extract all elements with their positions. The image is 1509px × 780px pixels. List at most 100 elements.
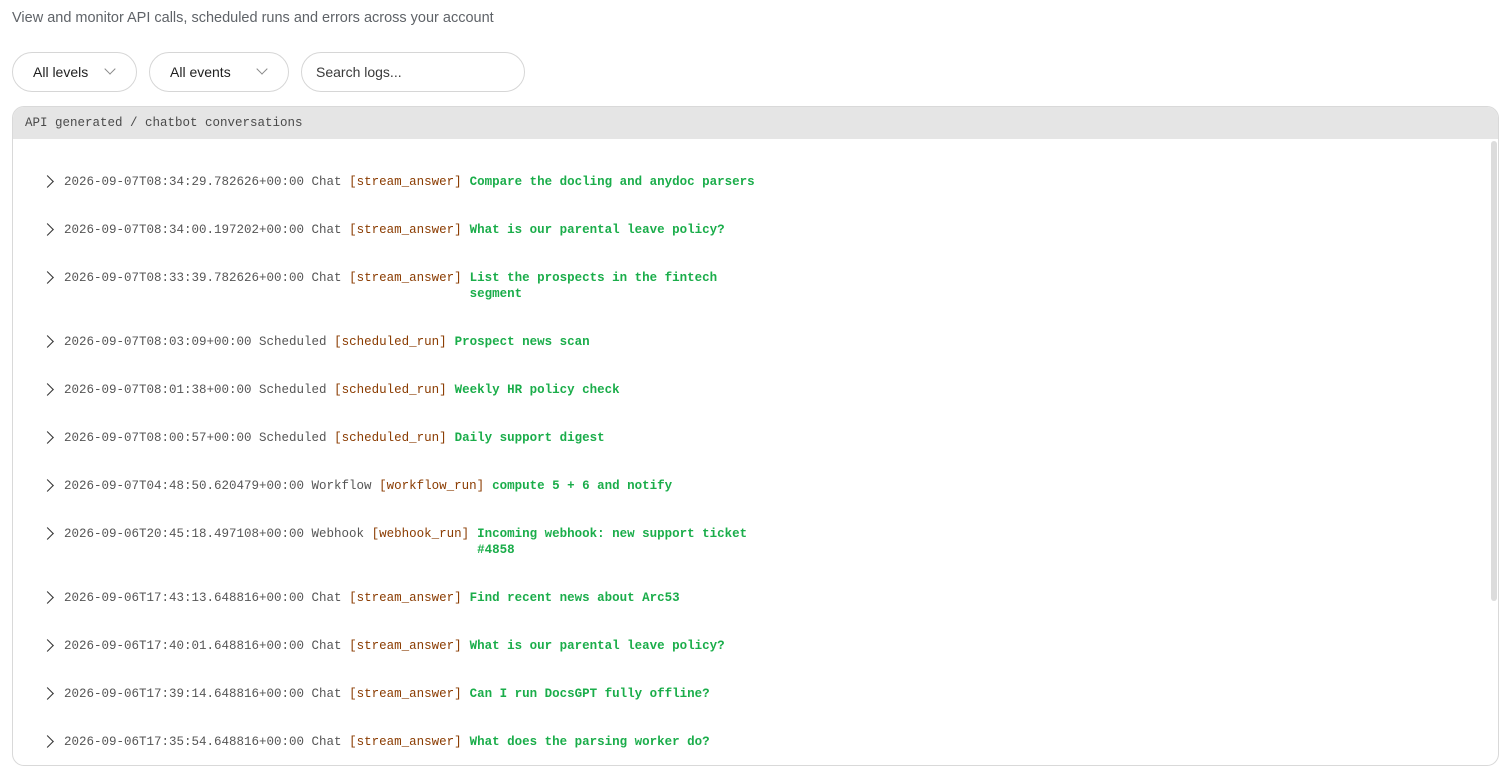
log-message: Daily support digest <box>455 430 605 446</box>
log-event-tag: [stream_answer] <box>349 687 462 701</box>
chevron-right-icon[interactable] <box>41 431 54 444</box>
chevron-right-icon[interactable] <box>41 223 54 236</box>
log-timestamp: 2026-09-06T17:35:54.648816+00:00 <box>64 735 312 749</box>
log-message-line: What is our parental leave policy? <box>469 223 725 237</box>
log-timestamp: 2026-09-07T08:33:39.782626+00:00 <box>64 271 312 285</box>
log-event-tag: [stream_answer] <box>349 223 462 237</box>
chevron-right-icon[interactable] <box>41 735 54 748</box>
log-row[interactable]: 2026-09-07T08:34:29.782626+00:00 Chat [s… <box>41 174 755 190</box>
log-source: Chat <box>311 735 350 749</box>
log-timestamp: 2026-09-06T17:39:14.648816+00:00 <box>64 687 312 701</box>
log-message-line: What does the parsing worker do? <box>469 735 710 749</box>
log-source: Chat <box>311 271 350 285</box>
log-message-line: segment <box>469 287 523 301</box>
log-source: Chat <box>311 639 350 653</box>
log-event-tag: [scheduled_run] <box>334 335 447 349</box>
log-message-line: #4858 <box>477 543 515 557</box>
log-message-line: What is our parental leave policy? <box>469 639 725 653</box>
log-row[interactable]: 2026-09-07T08:01:38+00:00 Scheduled [sch… <box>41 382 620 398</box>
log-message: Find recent news about Arc53 <box>470 590 680 606</box>
log-timestamp: 2026-09-07T04:48:50.620479+00:00 <box>64 479 312 493</box>
log-message-line: Can I run DocsGPT fully offline? <box>469 687 710 701</box>
filter-bar: All levels All events <box>12 52 525 92</box>
log-list: 2026-09-07T08:34:29.782626+00:00 Chat [s… <box>13 139 1498 765</box>
log-row[interactable]: 2026-09-06T17:35:54.648816+00:00 Chat [s… <box>41 734 710 750</box>
log-timestamp: 2026-09-07T08:01:38+00:00 <box>64 383 260 397</box>
log-row[interactable]: 2026-09-07T08:34:00.197202+00:00 Chat [s… <box>41 222 725 238</box>
chevron-right-icon[interactable] <box>41 639 54 652</box>
log-message: compute 5 + 6 and notify <box>492 478 672 494</box>
log-message-line: Compare the docling and anydoc parsers <box>469 175 755 189</box>
log-event-tag: [scheduled_run] <box>334 431 447 445</box>
log-source: Chat <box>311 223 350 237</box>
log-event-tag: [stream_answer] <box>349 639 462 653</box>
logs-panel: API generated / chatbot conversations 20… <box>12 106 1499 766</box>
log-message: Prospect news scan <box>455 334 590 350</box>
log-message: What does the parsing worker do? <box>470 734 710 750</box>
page-subtitle: View and monitor API calls, scheduled ru… <box>12 10 494 26</box>
log-event-tag: [stream_answer] <box>349 271 462 285</box>
log-event-tag: [webhook_run] <box>371 527 470 541</box>
log-timestamp: 2026-09-07T08:00:57+00:00 <box>64 431 260 445</box>
log-message: Compare the docling and anydoc parsers <box>470 174 755 190</box>
log-source: Webhook <box>311 527 372 541</box>
log-source: Scheduled <box>259 383 335 397</box>
log-message-line: Daily support digest <box>454 431 605 445</box>
log-message-line: Find recent news about Arc53 <box>469 591 680 605</box>
level-filter-select[interactable]: All levels <box>12 52 137 92</box>
chevron-right-icon[interactable] <box>41 527 54 540</box>
log-source: Scheduled <box>259 335 335 349</box>
log-source: Chat <box>311 687 350 701</box>
log-message: Weekly HR policy check <box>455 382 620 398</box>
log-event-tag: [workflow_run] <box>379 479 485 493</box>
log-source: Chat <box>311 591 350 605</box>
chevron-right-icon[interactable] <box>41 479 54 492</box>
chevron-down-icon <box>256 63 268 75</box>
chevron-right-icon[interactable] <box>41 591 54 604</box>
log-row[interactable]: 2026-09-06T17:39:14.648816+00:00 Chat [s… <box>41 686 710 702</box>
log-row[interactable]: 2026-09-06T20:45:18.497108+00:00 Webhook… <box>41 526 747 558</box>
log-row[interactable]: 2026-09-07T08:33:39.782626+00:00 Chat [s… <box>41 270 718 302</box>
log-source: Scheduled <box>259 431 335 445</box>
chevron-right-icon[interactable] <box>41 271 54 284</box>
chevron-right-icon[interactable] <box>41 383 54 396</box>
chevron-right-icon[interactable] <box>41 335 54 348</box>
log-timestamp: 2026-09-06T17:43:13.648816+00:00 <box>64 591 312 605</box>
log-event-tag: [stream_answer] <box>349 591 462 605</box>
log-row[interactable]: 2026-09-06T17:43:13.648816+00:00 Chat [s… <box>41 590 680 606</box>
event-filter-value: All events <box>170 64 231 80</box>
log-message: Incoming webhook: new support ticket #485… <box>477 526 747 558</box>
log-source: Workflow <box>311 479 380 493</box>
search-input[interactable] <box>314 63 508 81</box>
log-row[interactable]: 2026-09-06T17:40:01.648816+00:00 Chat [s… <box>41 638 725 654</box>
chevron-right-icon[interactable] <box>41 175 54 188</box>
log-timestamp: 2026-09-07T08:34:00.197202+00:00 <box>64 223 312 237</box>
log-timestamp: 2026-09-06T17:40:01.648816+00:00 <box>64 639 312 653</box>
log-message-line: Prospect news scan <box>454 335 590 349</box>
log-row[interactable]: 2026-09-07T04:48:50.620479+00:00 Workflo… <box>41 478 672 494</box>
log-row[interactable]: 2026-09-07T08:00:57+00:00 Scheduled [sch… <box>41 430 605 446</box>
log-timestamp: 2026-09-07T08:03:09+00:00 <box>64 335 260 349</box>
log-message: What is our parental leave policy? <box>470 638 725 654</box>
log-message: What is our parental leave policy? <box>470 222 725 238</box>
log-message-line: compute 5 + 6 and notify <box>492 479 673 493</box>
log-message: Can I run DocsGPT fully offline? <box>470 686 710 702</box>
log-source: Chat <box>311 175 350 189</box>
log-event-tag: [scheduled_run] <box>334 383 447 397</box>
log-event-tag: [stream_answer] <box>349 735 462 749</box>
level-filter-value: All levels <box>33 64 89 80</box>
panel-title: API generated / chatbot conversations <box>13 107 1498 139</box>
chevron-down-icon <box>104 63 116 75</box>
chevron-right-icon[interactable] <box>41 687 54 700</box>
log-timestamp: 2026-09-06T20:45:18.497108+00:00 <box>64 527 312 541</box>
log-message-line: Incoming webhook: new support ticket <box>477 527 748 541</box>
search-field[interactable] <box>301 52 525 92</box>
log-message: List the prospects in the fintech segment <box>470 270 718 302</box>
log-event-tag: [stream_answer] <box>349 175 462 189</box>
log-message-line: Weekly HR policy check <box>454 383 620 397</box>
scrollbar[interactable] <box>1491 141 1497 601</box>
log-row[interactable]: 2026-09-07T08:03:09+00:00 Scheduled [sch… <box>41 334 590 350</box>
event-filter-select[interactable]: All events <box>149 52 289 92</box>
log-message-line: List the prospects in the fintech <box>469 271 718 285</box>
log-timestamp: 2026-09-07T08:34:29.782626+00:00 <box>64 175 312 189</box>
